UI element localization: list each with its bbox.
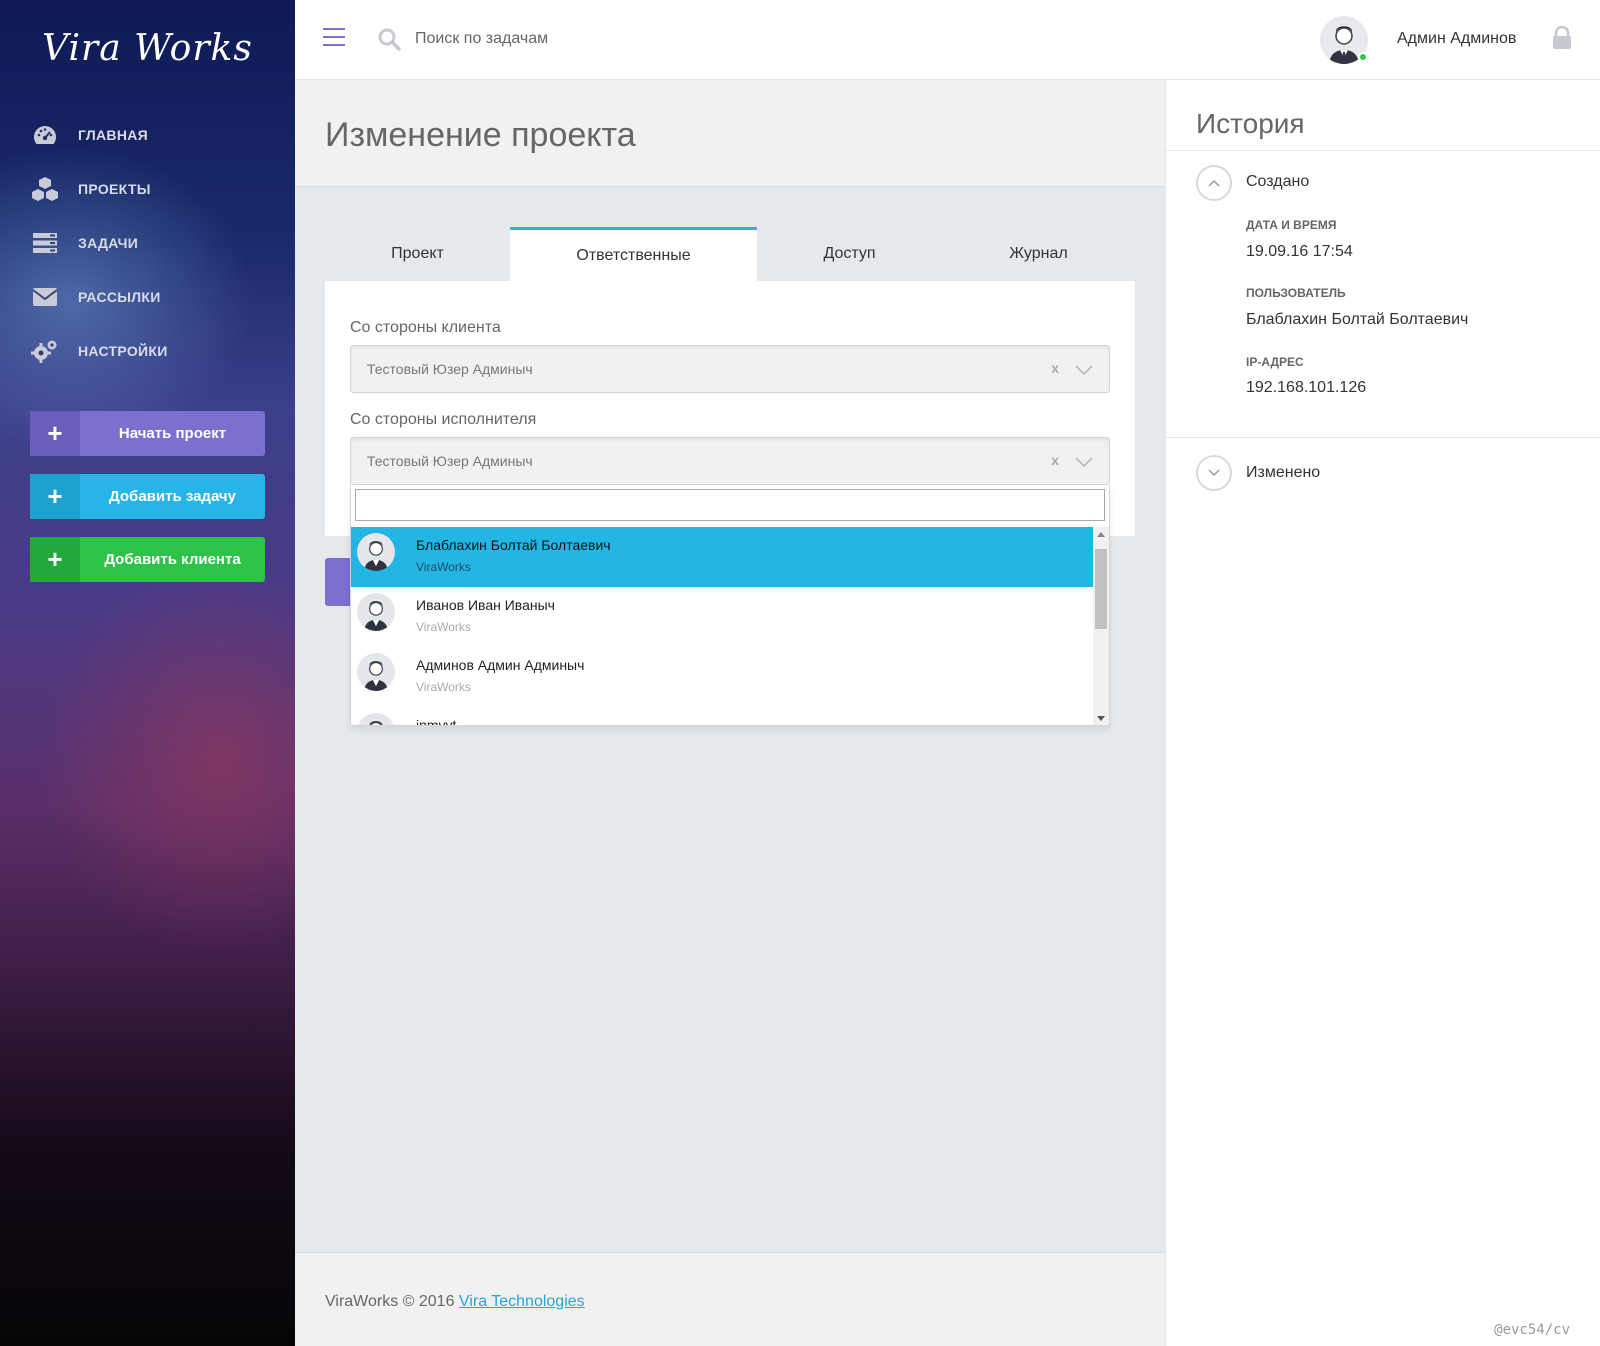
dashboard-icon bbox=[30, 120, 60, 150]
history-user-value: Блаблахин Болтай Болтаевич bbox=[1246, 311, 1469, 328]
client-select[interactable]: Тестовый Юзер Админыч x bbox=[350, 345, 1110, 393]
button-label: Добавить клиента bbox=[104, 551, 241, 568]
chevron-down-icon[interactable] bbox=[1075, 454, 1093, 472]
nav-item-tasks[interactable]: ЗАДАЧИ bbox=[30, 223, 138, 263]
copyright-text: ViraWorks © 2016 bbox=[325, 1293, 459, 1310]
page-header: Изменение проекта bbox=[295, 80, 1165, 187]
nav-label: НАСТРОЙКИ bbox=[78, 343, 168, 359]
footer-text: ViraWorks © 2016 Vira Technologies bbox=[325, 1293, 585, 1311]
watermark: @evc54/cv bbox=[1494, 1322, 1570, 1338]
tab-journal[interactable]: Журнал bbox=[942, 227, 1135, 281]
contractor-select[interactable]: Тестовый Юзер Админыч x bbox=[350, 437, 1110, 485]
history-title: История bbox=[1196, 108, 1305, 139]
nav-item-mailings[interactable]: РАССЫЛКИ bbox=[30, 277, 161, 317]
history-panel: История Создано ДАТА И ВРЕМЯ 19.09.16 17… bbox=[1165, 80, 1600, 1346]
tab-responsible[interactable]: Ответственные bbox=[510, 227, 757, 281]
scroll-up-icon[interactable] bbox=[1097, 531, 1105, 537]
dropdown-option[interactable]: Блаблахин Болтай Болтаевич ViraWorks bbox=[351, 527, 1093, 587]
history-user-label: ПОЛЬЗОВАТЕЛЬ bbox=[1246, 286, 1346, 300]
avatar bbox=[357, 713, 395, 725]
contractor-dropdown: Блаблахин Болтай Болтаевич ViraWorks Ива… bbox=[350, 485, 1110, 726]
option-company: ViraWorks bbox=[416, 620, 471, 634]
option-name: Блаблахин Болтай Болтаевич bbox=[416, 537, 611, 553]
history-ip-label: IP-АДРЕС bbox=[1246, 355, 1304, 369]
divider bbox=[1166, 437, 1600, 438]
tasks-icon bbox=[30, 228, 60, 258]
dropdown-scrollbar[interactable] bbox=[1093, 527, 1109, 725]
avatar bbox=[357, 533, 395, 571]
tab-access[interactable]: Доступ bbox=[757, 227, 942, 281]
client-select-value: Тестовый Юзер Админыч bbox=[367, 361, 533, 377]
option-name: Админов Админ Админыч bbox=[416, 657, 585, 673]
menu-icon[interactable] bbox=[323, 28, 345, 46]
dropdown-option[interactable]: Иванов Иван Иваныч ViraWorks bbox=[351, 587, 1093, 647]
dropdown-search-input[interactable] bbox=[355, 489, 1105, 521]
history-date-label: ДАТА И ВРЕМЯ bbox=[1246, 218, 1337, 232]
add-client-button[interactable]: + Добавить клиента bbox=[30, 537, 265, 582]
dropdown-option[interactable]: Админов Админ Админыч ViraWorks bbox=[351, 647, 1093, 707]
scrollbar-thumb[interactable] bbox=[1095, 549, 1107, 629]
tab-project[interactable]: Проект bbox=[325, 227, 510, 281]
option-name: inmyyt bbox=[416, 717, 457, 726]
avatar bbox=[357, 593, 395, 631]
chevron-down-icon[interactable] bbox=[1075, 362, 1093, 380]
footer: ViraWorks © 2016 Vira Technologies bbox=[295, 1252, 1165, 1346]
app-logo[interactable]: Vira Works bbox=[0, 28, 295, 69]
plus-icon: + bbox=[30, 537, 80, 582]
clear-icon[interactable]: x bbox=[1051, 360, 1059, 376]
nav-item-home[interactable]: ГЛАВНАЯ bbox=[30, 115, 148, 155]
history-created-heading[interactable]: Создано bbox=[1246, 173, 1309, 191]
dropdown-option[interactable]: inmyyt bbox=[351, 707, 1093, 726]
search-input[interactable] bbox=[415, 25, 815, 53]
envelope-icon bbox=[30, 282, 60, 312]
history-ip-value: 192.168.101.126 bbox=[1246, 379, 1367, 396]
dropdown-options: Блаблахин Болтай Болтаевич ViraWorks Ива… bbox=[351, 527, 1093, 726]
nav-label: РАССЫЛКИ bbox=[78, 289, 161, 305]
divider bbox=[1166, 150, 1600, 151]
online-status-dot bbox=[1358, 52, 1368, 62]
search-icon[interactable] bbox=[377, 27, 401, 56]
scroll-down-icon[interactable] bbox=[1097, 716, 1105, 722]
client-field-label: Со стороны клиента bbox=[350, 319, 501, 336]
nav-item-settings[interactable]: НАСТРОЙКИ bbox=[30, 331, 168, 371]
sidebar: Vira Works ГЛАВНАЯ ПРОЕКТЫ ЗАДАЧИ РАССЫЛ… bbox=[0, 0, 295, 1346]
nav-label: ЗАДАЧИ bbox=[78, 235, 139, 251]
button-label: Добавить задачу bbox=[109, 488, 236, 505]
topbar: Админ Админов bbox=[295, 0, 1600, 80]
chevron-up-icon bbox=[1208, 179, 1220, 187]
page-title: Изменение проекта bbox=[325, 116, 636, 154]
option-company: ViraWorks bbox=[416, 560, 471, 574]
history-date-value: 19.09.16 17:54 bbox=[1246, 243, 1353, 260]
button-label: Начать проект bbox=[118, 425, 227, 442]
gears-icon bbox=[30, 336, 60, 366]
plus-icon: + bbox=[30, 474, 80, 519]
user-name[interactable]: Админ Админов bbox=[1397, 30, 1516, 48]
avatar bbox=[357, 653, 395, 691]
nav-label: ПРОЕКТЫ bbox=[78, 181, 151, 197]
nav-item-projects[interactable]: ПРОЕКТЫ bbox=[30, 169, 151, 209]
add-task-button[interactable]: + Добавить задачу bbox=[30, 474, 265, 519]
contractor-select-value: Тестовый Юзер Админыч bbox=[367, 453, 533, 469]
collapse-created-toggle[interactable] bbox=[1196, 165, 1232, 201]
nav-label: ГЛАВНАЯ bbox=[78, 127, 149, 143]
contractor-field-label: Со стороны исполнителя bbox=[350, 411, 537, 428]
option-company: ViraWorks bbox=[416, 680, 471, 694]
chevron-down-icon bbox=[1208, 469, 1220, 477]
expand-changed-toggle[interactable] bbox=[1196, 455, 1232, 491]
cubes-icon bbox=[30, 174, 60, 204]
lock-icon[interactable] bbox=[1552, 25, 1572, 55]
option-name: Иванов Иван Иваныч bbox=[416, 597, 555, 613]
clear-icon[interactable]: x bbox=[1051, 452, 1059, 468]
plus-icon: + bbox=[30, 411, 80, 456]
tabs: Проект Ответственные Доступ Журнал bbox=[325, 227, 1135, 281]
start-project-button[interactable]: + Начать проект bbox=[30, 411, 265, 456]
history-changed-heading[interactable]: Изменено bbox=[1246, 464, 1320, 482]
footer-link[interactable]: Vira Technologies bbox=[459, 1293, 585, 1310]
